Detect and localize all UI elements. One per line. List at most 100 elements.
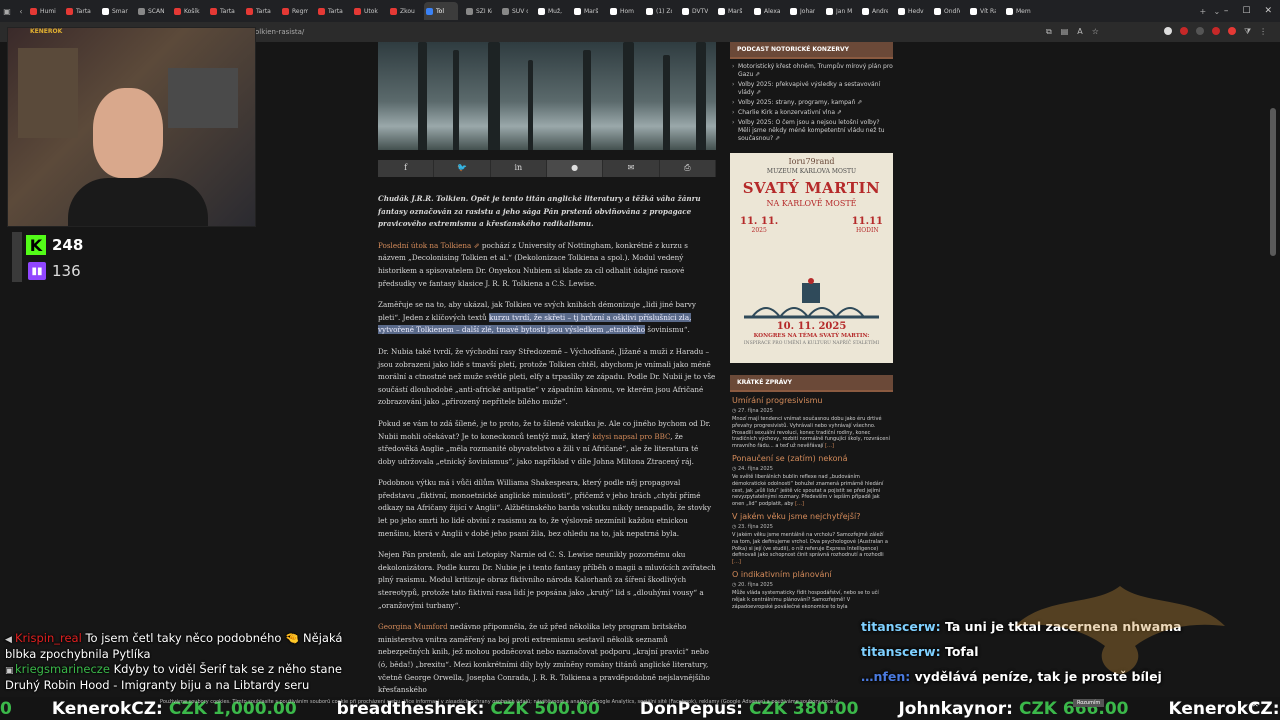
install-app-icon[interactable]: ⧉	[1046, 27, 1052, 37]
news-title-link[interactable]: O indikativním plánování	[732, 570, 891, 579]
profile-avatar[interactable]	[1228, 27, 1236, 35]
svaty-martin-banner[interactable]: Ioru79rand MUZEUM KARLOVA MOSTU SVATÝ MA…	[730, 153, 893, 363]
tolkien-attack-link[interactable]: Poslední útok na Tolkiena	[378, 241, 471, 250]
tab-favicon-icon	[138, 7, 145, 15]
news-item: Ponaučení se (zatím) nekoná ◷ 24. října 2…	[730, 450, 893, 508]
read-more-link[interactable]: […]	[795, 501, 804, 507]
browser-tab[interactable]: Johar	[788, 2, 818, 20]
browser-tab-strip: ▣ ‹ Humi Tarta Smart SCAN Košík Tarta Tarta Reg…	[0, 0, 1280, 22]
browser-tab[interactable]: Alexa	[752, 2, 782, 20]
article-paragraph: Poslední útok na Tolkiena ⇗ pochází z Un…	[378, 240, 688, 288]
kick-viewers: K 248	[12, 232, 83, 258]
podcast-link[interactable]: Charlie Kirk a konzervativní vlna ⇗	[732, 109, 893, 117]
browser-tab[interactable]: Tarta	[316, 2, 346, 20]
browser-tab[interactable]: Andre	[860, 2, 890, 20]
browser-tab[interactable]: (1) Zd	[644, 2, 674, 20]
extension-icon[interactable]	[1180, 27, 1188, 35]
browser-tab[interactable]: Tarta	[244, 2, 274, 20]
tab-favicon-icon	[754, 7, 761, 15]
new-tab-button[interactable]: +	[1196, 7, 1210, 16]
tab-favicon-icon	[934, 7, 941, 15]
news-item: O indikativním plánování ◷ 20. října 2025…	[730, 566, 893, 610]
browser-tab[interactable]: Smart	[100, 2, 130, 20]
browser-tab[interactable]: Vít Ra	[968, 2, 998, 20]
viewer-stats: K 248 ▮▮ 136	[12, 232, 83, 284]
extension-icon[interactable]	[1212, 27, 1220, 35]
browser-tab[interactable]: Ondře	[932, 2, 962, 20]
georgina-mumford-link[interactable]: Georgina Mumford	[378, 622, 448, 631]
cookie-close-icon[interactable]: ✕	[1252, 700, 1259, 709]
podcast-link[interactable]: Volby 2025: O čem jsou a nejsou letošní …	[732, 119, 893, 143]
minimize-icon[interactable]: –	[1224, 6, 1229, 16]
tab-favicon-icon	[646, 7, 653, 15]
twitter-share-icon[interactable]: 🐦	[434, 160, 491, 177]
tab-label: (1) Zd	[656, 7, 672, 15]
browser-tab[interactable]: SŽI Komu	[464, 2, 494, 20]
tab-search-icon[interactable]: ⌄	[1210, 7, 1224, 16]
podcast-link[interactable]: Motoristický křest ohněm, Trumpův mírový…	[732, 63, 893, 79]
browser-tab[interactable]: DVTV	[680, 2, 710, 20]
browser-tab[interactable]: SCAN	[136, 2, 166, 20]
browser-tab[interactable]: Mem	[1004, 2, 1034, 20]
read-more-link[interactable]: […]	[732, 559, 741, 565]
chat-message: ▣kriegsmarinecze Kdyby to viděl Šerif ta…	[5, 662, 370, 692]
browser-tab[interactable]: Zkou	[388, 2, 418, 20]
browser-tab[interactable]: Tol	[424, 2, 458, 20]
browser-tab[interactable]: Muž,	[536, 2, 566, 20]
tab-list-icon[interactable]: ▣	[0, 7, 14, 16]
browser-tab[interactable]: Marš	[572, 2, 602, 20]
linkedin-share-icon[interactable]: in	[490, 160, 547, 177]
browser-tab[interactable]: Jan M	[824, 2, 854, 20]
article-paragraph: Podobnou výtku má i vůči dílům Williama …	[378, 478, 712, 538]
extension-icon[interactable]	[1196, 27, 1204, 35]
bbc-link[interactable]: kdysi napsal pro BBC	[592, 432, 670, 441]
browser-tab[interactable]: Marš	[716, 2, 746, 20]
facebook-share-icon[interactable]: f	[378, 160, 435, 177]
browser-tab[interactable]: SUV o	[500, 2, 530, 20]
browser-tab[interactable]: Regm	[280, 2, 310, 20]
browser-tab[interactable]: Košík	[172, 2, 202, 20]
tab-favicon-icon	[174, 7, 181, 15]
news-item: Umírání progresivismu ◷ 27. října 2025 Mno…	[730, 392, 893, 450]
bookmark-star-icon[interactable]: ☆	[1092, 27, 1099, 37]
browser-tab[interactable]: Tarta	[208, 2, 238, 20]
short-news-list: Umírání progresivismu ◷ 27. října 2025 Mno…	[730, 392, 893, 610]
read-more-link[interactable]: […]	[825, 443, 834, 449]
news-title-link[interactable]: V jakém věku jsme nejchytřejší?	[732, 512, 891, 521]
extension-icon[interactable]	[1164, 27, 1172, 35]
print-icon[interactable]: ⎙	[659, 160, 716, 177]
news-excerpt: Ve světě liberálních bublin reflexe nad …	[732, 473, 884, 508]
charles-bridge-illustration	[744, 278, 879, 319]
url-field[interactable]: olkien-rasista/	[255, 25, 304, 39]
close-window-icon[interactable]: ✕	[1264, 6, 1272, 16]
browser-tab[interactable]: Hom	[608, 2, 638, 20]
browser-tab[interactable]: Útok	[352, 2, 382, 20]
extensions-puzzle-icon[interactable]: ⧩	[1244, 27, 1251, 37]
article-paragraph: Georgina Mumford nedávno připomněla, že …	[378, 622, 710, 695]
tab-label: SUV o	[512, 7, 528, 15]
tab-favicon-icon	[30, 7, 37, 15]
browser-tab[interactable]: Tarta	[64, 2, 94, 20]
email-share-icon[interactable]: ✉	[603, 160, 660, 177]
tab-scroll-left-icon[interactable]: ‹	[14, 7, 28, 16]
news-title-link[interactable]: Ponaučení se (zatím) nekoná	[732, 454, 891, 463]
pinterest-share-icon[interactable]: ●	[546, 160, 604, 177]
cookie-accept-button[interactable]: Rozumím	[1073, 699, 1105, 707]
browser-menu-icon[interactable]: ⋮	[1259, 27, 1267, 37]
extensions-toolbar: ⧩ ⋮	[1164, 27, 1267, 37]
page-scrollbar[interactable]	[1270, 108, 1276, 256]
tab-label: DVTV	[692, 7, 708, 15]
browser-tab[interactable]: Humi	[28, 2, 58, 20]
news-date: 24. října 2025	[737, 465, 773, 472]
translate-icon[interactable]: A	[1077, 27, 1082, 37]
tab-favicon-icon	[246, 7, 253, 15]
browser-tab[interactable]: Hedví	[896, 2, 926, 20]
maximize-icon[interactable]: ☐	[1242, 6, 1250, 16]
tab-favicon-icon	[66, 7, 73, 15]
short-news-heading: KRÁTKÉ ZPRÁVY	[730, 375, 893, 392]
podcast-link[interactable]: Volby 2025: strany, programy, kampaň ⇗	[732, 99, 893, 107]
reader-mode-icon[interactable]: ▤	[1061, 27, 1069, 37]
tab-favicon-icon	[610, 7, 617, 15]
news-title-link[interactable]: Umírání progresivismu	[732, 396, 891, 405]
podcast-link[interactable]: Volby 2025: překvapivé výsledky a sestav…	[732, 81, 893, 97]
